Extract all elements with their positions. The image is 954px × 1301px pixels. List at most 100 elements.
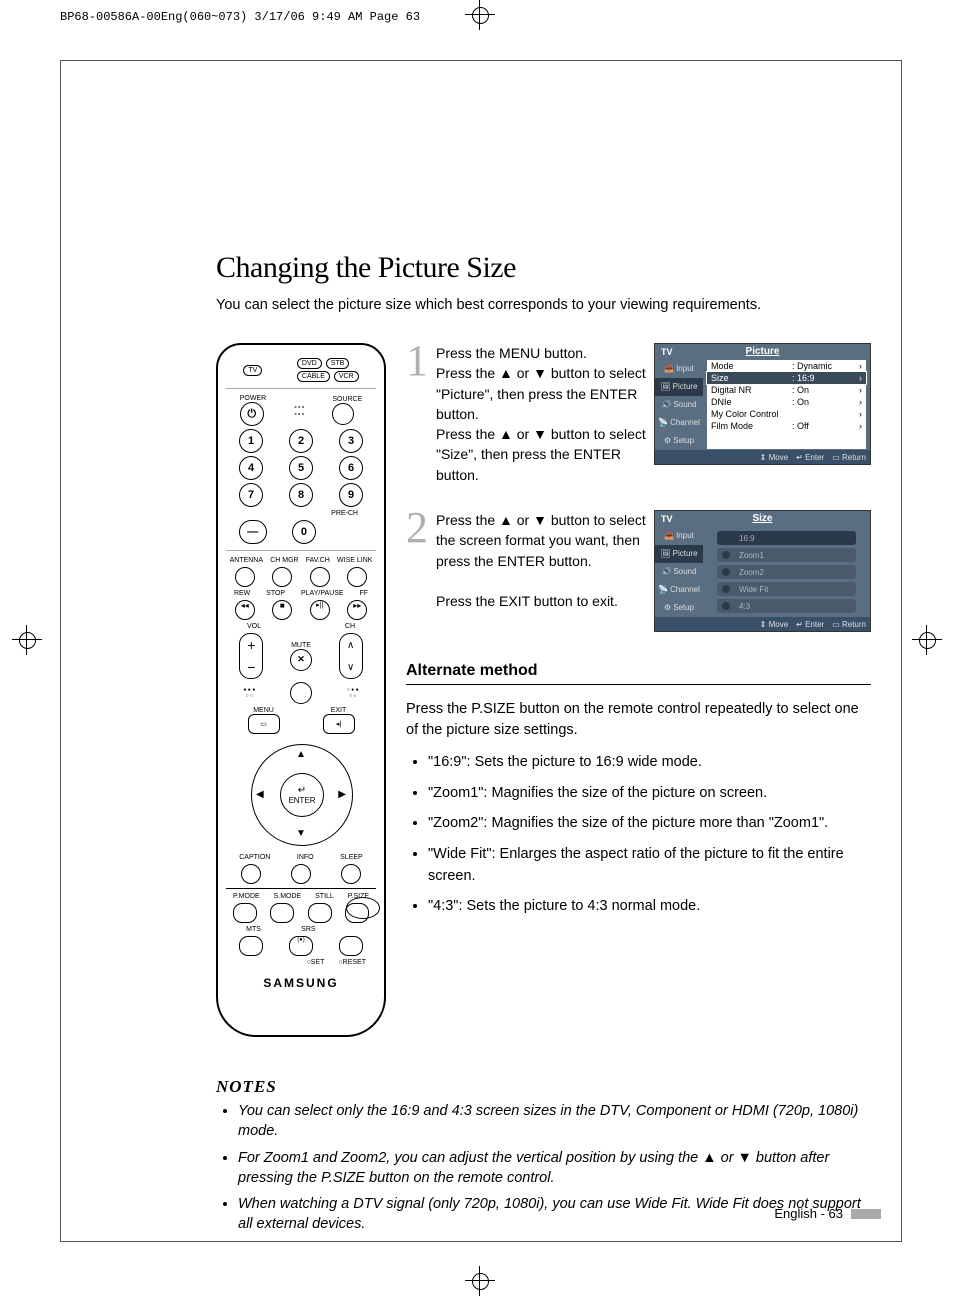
num-9: 9 [339,483,363,507]
ch-label: CH [345,623,355,630]
num-7: 7 [239,483,263,507]
antenna-button [235,567,255,587]
rew-button: ◂◂ [235,600,255,620]
alternate-method-list: "16:9": Sets the picture to 16:9 wide mo… [406,751,871,918]
menu-button: ▭ [248,714,280,734]
page-footer: English - 63 [774,1206,881,1221]
wiselink-label: WISE LINK [337,557,372,564]
cable-button: CABLE [297,371,330,382]
step-text-2: Press the ▲ or ▼ button to select the sc… [436,510,646,611]
vcr-button: VCR [334,371,359,382]
osd2-side-setup: ⚙ Setup [655,598,703,616]
exit-button: ◂| [323,714,355,734]
alt-method-item: "Zoom1": Magnifies the size of the pictu… [428,782,871,804]
notes-heading: NOTES [216,1077,871,1097]
dpad: ▲▼◀▶ ↵ENTER [246,739,356,849]
menu-label: MENU [248,707,280,714]
osd2-side-sound: 🔊 Sound [655,563,703,581]
caption-button [241,864,261,884]
chmgr-button [272,567,292,587]
srs-label: SRS [301,926,315,933]
note-item: For Zoom1 and Zoom2, you can adjust the … [238,1148,871,1189]
info-button [291,864,311,884]
vol-label: VOL [247,623,261,630]
notes-list: You can select only the 16:9 and 4:3 scr… [216,1101,871,1235]
caption-label: CAPTION [239,854,270,861]
samsung-logo: SAMSUNG [226,976,376,990]
dash-button: — [239,520,267,544]
source-button [332,403,354,425]
wiselink-button [347,567,367,587]
set-label: SET [311,959,325,966]
page-title: Changing the Picture Size [216,251,871,285]
osd2-foot-move: Move [769,620,789,629]
still-button [308,903,332,923]
osd2-side-channel: 📡 Channel [655,580,703,598]
page-frame: Changing the Picture Size You can select… [60,60,902,1242]
smode-button [270,903,294,923]
mts-label: MTS [246,926,261,933]
pmode-button [233,903,257,923]
registration-mark-left [12,625,42,655]
chmgr-label: CH MGR [270,557,298,564]
color-button [290,682,312,704]
alternate-method-intro: Press the P.SIZE button on the remote co… [406,699,871,741]
reset-label: RESET [343,959,366,966]
osd1-foot-return: Return [842,453,866,462]
prech-label: PRE-CH [226,510,376,517]
ch-rocker: ∧∨ [339,633,363,679]
alt-method-item: "4:3": Sets the picture to 4:3 normal mo… [428,895,871,917]
osd1-row: My Color Control› [707,408,866,420]
osd1-side-input: 📥 Input [655,360,703,378]
osd1-side-channel: 📡 Channel [655,413,703,431]
sleep-button [341,864,361,884]
osd2-option: 16:9 [717,531,856,545]
num-8: 8 [289,483,313,507]
num-5: 5 [289,456,313,480]
registration-mark-top [465,0,495,30]
antenna-label: ANTENNA [230,557,263,564]
osd1-foot-enter: Enter [805,453,824,462]
enter-button: ↵ENTER [280,773,324,817]
osd1-title: Picture [655,346,870,357]
alt-method-item: "16:9": Sets the picture to 16:9 wide mo… [428,751,871,773]
play-button: ▸|| [310,600,330,620]
still-label: STILL [315,893,334,900]
osd2-option: 4:3 [717,599,856,613]
stop-button: ■ [272,600,292,620]
osd2-option: Wide Fit [717,582,856,596]
psize-highlight-ellipse [346,897,380,919]
favch-label: FAV.CH [306,557,330,564]
num-1: 1 [239,429,263,453]
osd2-foot-return: Return [842,620,866,629]
osd2-option: Zoom1 [717,548,856,562]
sleep-label: SLEEP [340,854,363,861]
osd-picture-menu: TV Picture 📥 Input 🖼 Picture 🔊 Sound 📡 C… [654,343,871,465]
power-button: ⏻ [240,402,264,426]
osd1-side-sound: 🔊 Sound [655,396,703,414]
osd1-foot-move: Move [769,453,789,462]
ff-label: FF [359,590,368,597]
osd1-row: DNIe: On› [707,396,866,408]
osd1-row: Film Mode: Off› [707,420,866,432]
page-footer-bar [851,1209,881,1219]
print-header: BP68-00586A-00Eng(060~073) 3/17/06 9:49 … [60,10,420,24]
ff-button: ▸▸ [347,600,367,620]
alternate-method-heading: Alternate method [406,662,871,685]
num-4: 4 [239,456,263,480]
dvd-button: DVD [297,358,322,369]
smode-label: S.MODE [274,893,302,900]
osd1-side-picture: 🖼 Picture [655,378,703,396]
osd1-row: Digital NR: On› [707,384,866,396]
registration-mark-bottom [465,1266,495,1296]
step-number-1: 1 [406,343,436,378]
osd2-side-input: 📥 Input [655,527,703,545]
num-3: 3 [339,429,363,453]
step-text-1: Press the MENU button. Press the ▲ or ▼ … [436,343,646,485]
mute-label: MUTE [290,642,312,649]
stb-button: STB [326,358,350,369]
osd2-side-picture: 🖼 Picture [655,545,703,563]
exit-label: EXIT [323,707,355,714]
num-2: 2 [289,429,313,453]
mute-button: ✕ [290,649,312,671]
